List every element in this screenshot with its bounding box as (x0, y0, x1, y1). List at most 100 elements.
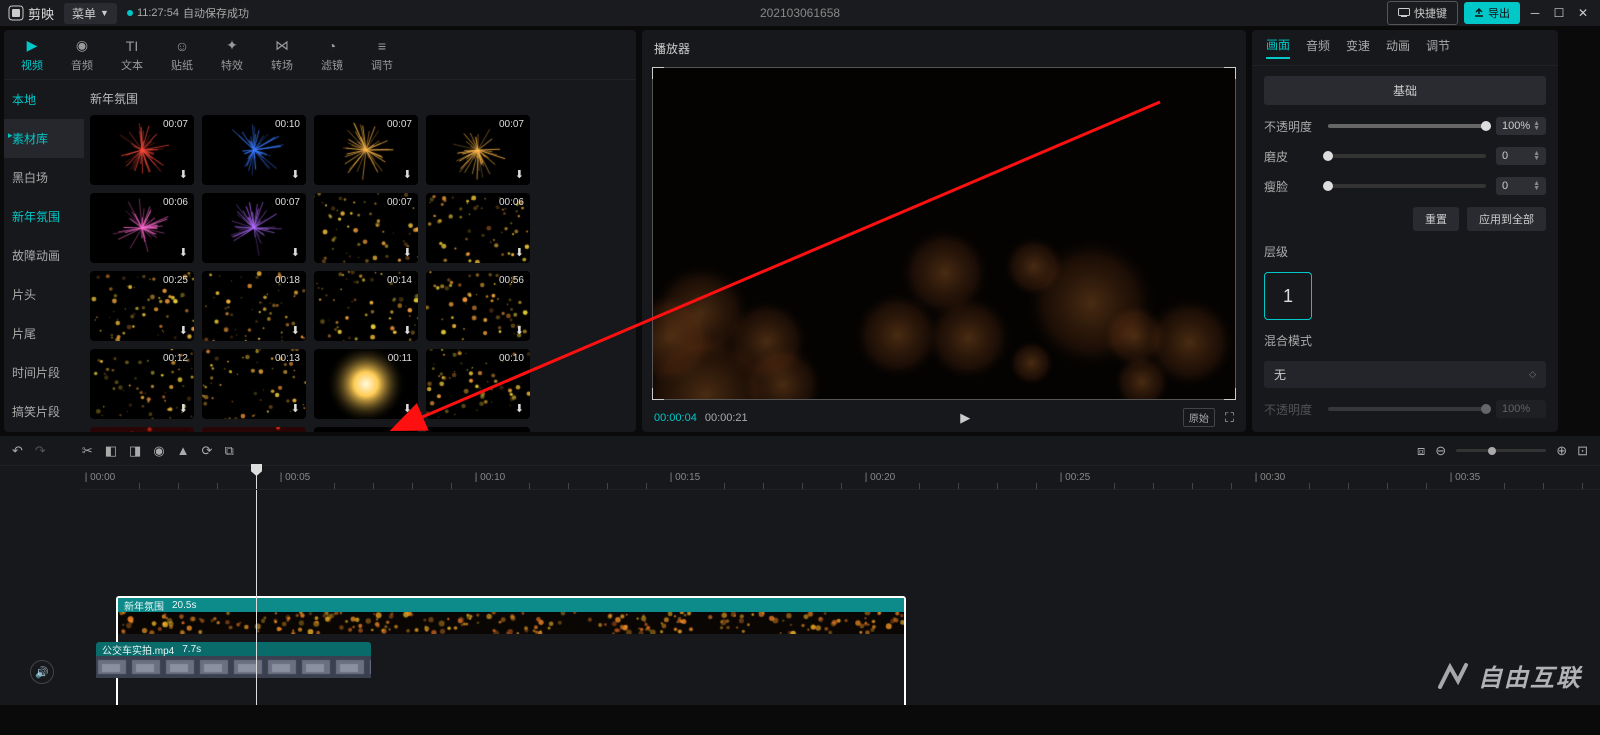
media-thumbnail[interactable]: 00:56⬇ (426, 271, 530, 341)
skin-slider[interactable] (1328, 154, 1486, 158)
media-thumbnail[interactable]: 00:07⬇ (314, 193, 418, 263)
media-tab-effect[interactable]: ✦特效 (214, 37, 250, 73)
property-tab[interactable]: 变速 (1346, 37, 1370, 58)
download-icon[interactable]: ⬇ (403, 168, 412, 181)
media-thumbnail[interactable]: 00:07⬇ (426, 115, 530, 185)
crop-button[interactable]: ⧉ (224, 443, 233, 459)
sidebar-item[interactable]: 搞笑动物 (4, 431, 84, 432)
download-icon[interactable]: ⬇ (291, 402, 300, 415)
download-icon[interactable]: ⬇ (515, 402, 524, 415)
face-slider[interactable] (1328, 184, 1486, 188)
crop-handle-tr[interactable] (1224, 67, 1236, 79)
media-thumbnail[interactable]: 00:06⬇ (90, 193, 194, 263)
reset-button[interactable]: 重置 (1413, 207, 1459, 231)
crop-handle-bl[interactable] (652, 388, 664, 400)
media-tab-audio[interactable]: ◉音频 (64, 37, 100, 73)
download-icon[interactable]: ⬇ (179, 402, 188, 415)
media-thumbnail[interactable]: 00:08⬇ (314, 427, 418, 432)
sidebar-item[interactable]: 新年氛围 (4, 197, 84, 236)
delete-left-button[interactable]: ◧ (105, 443, 117, 459)
sidebar-item[interactable]: 时间片段 (4, 353, 84, 392)
download-icon[interactable]: ⬇ (179, 246, 188, 259)
sidebar-item[interactable]: 故障动画 (4, 236, 84, 275)
zoom-out-button[interactable]: ⊖ (1435, 443, 1446, 459)
sidebar-item[interactable]: 片尾 (4, 314, 84, 353)
download-icon[interactable]: ⬇ (515, 246, 524, 259)
close-button[interactable]: ✕ (1574, 6, 1592, 20)
timeline-clip[interactable]: 公交车实拍.mp47.7s (96, 642, 371, 705)
player-viewport[interactable] (652, 67, 1236, 400)
play-button[interactable]: ▶ (960, 410, 970, 426)
media-thumbnail[interactable]: 00:11⬇ (202, 427, 306, 432)
crop-handle-br[interactable] (1224, 388, 1236, 400)
download-icon[interactable]: ⬇ (515, 168, 524, 181)
sidebar-item[interactable]: 本地 (4, 80, 84, 119)
delete-right-button[interactable]: ◨ (129, 443, 141, 459)
playhead-line[interactable] (256, 490, 257, 705)
sidebar-item[interactable]: 黑白场 (4, 158, 84, 197)
undo-button[interactable]: ↶ (12, 443, 23, 459)
apply-all-button[interactable]: 应用到全部 (1467, 207, 1546, 231)
media-thumbnail[interactable]: 00:13⬇ (90, 427, 194, 432)
sidebar-item[interactable]: 片头 (4, 275, 84, 314)
media-thumbnail[interactable]: 00:18⬇ (202, 271, 306, 341)
export-button[interactable]: 导出 (1464, 2, 1520, 24)
media-tab-text[interactable]: TI文本 (114, 37, 150, 73)
media-thumbnail[interactable]: 00:10⬇ (202, 115, 306, 185)
media-thumbnail[interactable]: 00:10⬇ (426, 427, 530, 432)
media-tab-transition[interactable]: ⋈转场 (264, 37, 300, 73)
zoom-in-button[interactable]: ⊕ (1556, 443, 1567, 459)
media-tab-video[interactable]: ▶视频 (14, 37, 50, 73)
layer-selector[interactable]: 1 (1264, 272, 1312, 320)
property-tab[interactable]: 动画 (1386, 37, 1410, 58)
rotate-button[interactable]: ⟳ (202, 443, 213, 459)
download-icon[interactable]: ⬇ (291, 246, 300, 259)
sidebar-item[interactable]: 搞笑片段 (4, 392, 84, 431)
download-icon[interactable]: ⬇ (403, 402, 412, 415)
media-thumbnail[interactable]: 00:10⬇ (426, 349, 530, 419)
media-tab-filter[interactable]: ◔滤镜 (314, 37, 350, 73)
media-thumbnail[interactable]: 00:07⬇ (314, 115, 418, 185)
download-icon[interactable]: ⬇ (291, 324, 300, 337)
aspect-ratio-button[interactable]: 原始 (1183, 408, 1215, 427)
media-thumbnail[interactable]: 00:12⬇ (90, 349, 194, 419)
media-thumbnail[interactable]: 00:14⬇ (314, 271, 418, 341)
opacity2-value[interactable]: 100% (1496, 400, 1546, 418)
download-icon[interactable]: ⬇ (403, 246, 412, 259)
playhead[interactable] (256, 466, 257, 489)
split-button[interactable]: ✂ (82, 443, 93, 459)
download-icon[interactable]: ⬇ (179, 324, 188, 337)
download-icon[interactable]: ⬇ (403, 324, 412, 337)
media-thumbnail[interactable]: 00:06⬇ (426, 193, 530, 263)
basic-section-button[interactable]: 基础 (1264, 76, 1546, 105)
media-thumbnail[interactable]: 00:25⬇ (90, 271, 194, 341)
download-icon[interactable]: ⬇ (515, 324, 524, 337)
magnet-button[interactable]: ⧈ (1417, 443, 1425, 459)
property-tab[interactable]: 调节 (1426, 37, 1450, 58)
media-thumbnail[interactable]: 00:13⬇ (202, 349, 306, 419)
minimize-button[interactable]: ─ (1526, 6, 1544, 20)
media-thumbnail[interactable]: 00:07⬇ (90, 115, 194, 185)
blend-mode-select[interactable]: 无 ◇ (1264, 361, 1546, 388)
media-thumbnail[interactable]: 00:11⬇ (314, 349, 418, 419)
crop-handle-tl[interactable] (652, 67, 664, 79)
timeline-tracks[interactable]: 新年氛围20.5s公交车实拍.mp47.7s 🔊 (0, 490, 1600, 705)
shortcut-button[interactable]: 快捷键 (1387, 1, 1458, 25)
zoom-slider[interactable] (1456, 449, 1546, 452)
maximize-button[interactable]: ☐ (1550, 6, 1568, 20)
mirror-button[interactable]: ▲ (177, 443, 190, 458)
download-icon[interactable]: ⬇ (291, 168, 300, 181)
redo-button[interactable]: ↷ (35, 443, 46, 459)
timeline-ruler[interactable]: | 00:00| 00:05| 00:10| 00:15| 00:20| 00:… (80, 466, 1600, 490)
property-tab[interactable]: 画面 (1266, 36, 1290, 59)
freeze-button[interactable]: ◉ (153, 443, 164, 459)
zoom-fit-button[interactable]: ⊡ (1577, 443, 1588, 459)
menu-button[interactable]: 菜单 ▼ (64, 3, 117, 24)
media-tab-adjust[interactable]: ≡调节 (364, 37, 400, 73)
fullscreen-icon[interactable]: ⛶ (1225, 410, 1234, 426)
opacity-slider[interactable] (1328, 124, 1486, 128)
opacity2-slider[interactable] (1328, 407, 1486, 411)
media-tab-sticker[interactable]: ☺贴纸 (164, 37, 200, 73)
download-icon[interactable]: ⬇ (179, 168, 188, 181)
track-mute-button[interactable]: 🔊 (30, 660, 54, 684)
